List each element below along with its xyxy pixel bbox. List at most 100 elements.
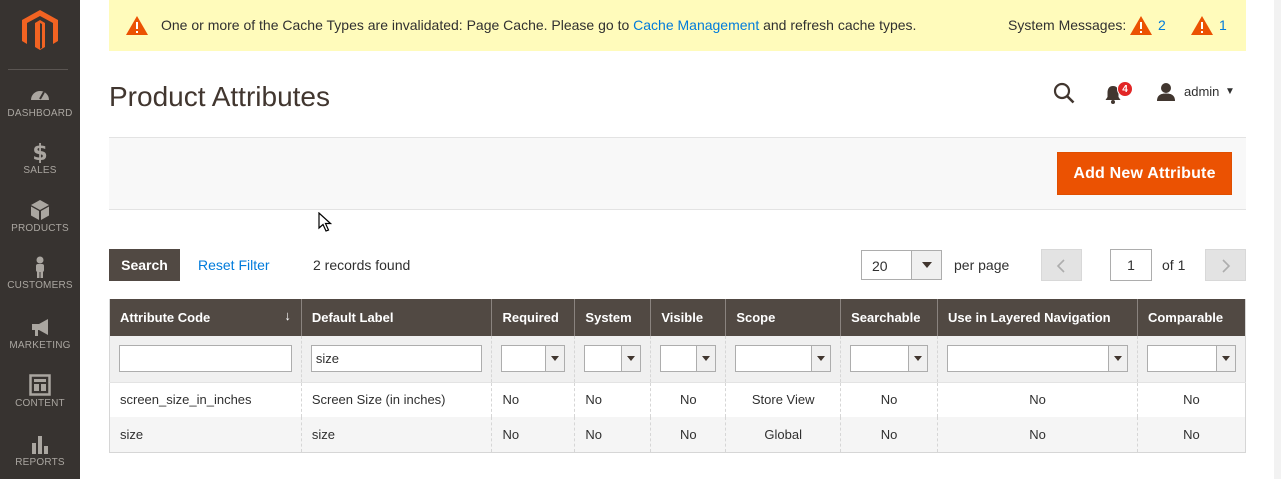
previous-page-button[interactable] bbox=[1041, 249, 1082, 281]
cell-visible: No bbox=[650, 382, 726, 417]
column-header-visible[interactable]: Visible bbox=[650, 299, 726, 336]
chevron-down-icon bbox=[1216, 346, 1235, 372]
scope-filter-select[interactable] bbox=[735, 345, 832, 373]
warning-icon bbox=[126, 16, 148, 35]
sidebar-item-content[interactable]: CONTENT bbox=[0, 374, 80, 409]
cell-scope: Global bbox=[725, 417, 841, 452]
table-row[interactable]: screen_size_in_inches Screen Size (in in… bbox=[109, 382, 1246, 417]
current-page-input[interactable] bbox=[1110, 249, 1152, 281]
cell-comparable: No bbox=[1136, 417, 1246, 452]
window-edge bbox=[1274, 0, 1281, 479]
sidebar-item-sales[interactable]: $ SALES bbox=[0, 141, 80, 176]
logo-separator bbox=[8, 69, 68, 70]
search-icon[interactable] bbox=[1053, 82, 1075, 104]
comparable-filter-select[interactable] bbox=[1146, 345, 1236, 373]
column-header-attribute-code[interactable]: Attribute Code ↓ bbox=[109, 299, 302, 336]
per-page-value: 20 bbox=[872, 258, 888, 274]
cache-warning-text: One or more of the Cache Types are inval… bbox=[161, 17, 916, 33]
cell-layered-navigation: No bbox=[937, 417, 1138, 452]
grid-filter-row bbox=[109, 336, 1246, 383]
column-header-layered-navigation[interactable]: Use in Layered Navigation bbox=[937, 299, 1138, 336]
chevron-right-icon bbox=[1222, 259, 1231, 273]
sidebar-item-dashboard[interactable]: DASHBOARD bbox=[0, 84, 80, 119]
major-messages-count[interactable]: 1 bbox=[1219, 17, 1227, 33]
sidebar-item-products[interactable]: PRODUCTS bbox=[0, 199, 80, 234]
records-found-count: 2 records found bbox=[313, 257, 411, 273]
chevron-down-icon bbox=[908, 346, 928, 372]
sidebar-item-customers[interactable]: CUSTOMERS bbox=[0, 256, 80, 291]
magento-logo-icon[interactable] bbox=[22, 10, 58, 50]
cell-visible: No bbox=[650, 417, 726, 452]
add-new-attribute-button[interactable]: Add New Attribute bbox=[1057, 152, 1232, 195]
chevron-left-icon bbox=[1056, 259, 1065, 273]
column-header-comparable[interactable]: Comparable bbox=[1136, 299, 1246, 336]
chevron-down-icon bbox=[1107, 346, 1127, 372]
cell-searchable: No bbox=[840, 417, 938, 452]
filter-cell bbox=[840, 336, 938, 383]
per-page-select[interactable]: 20 bbox=[861, 250, 942, 280]
cell-system: No bbox=[574, 382, 651, 417]
filter-cell bbox=[725, 336, 841, 383]
admin-sidebar: DASHBOARD $ SALES PRODUCTS CUSTOMERS MAR… bbox=[0, 0, 80, 479]
sidebar-item-label: SALES bbox=[23, 165, 57, 176]
megaphone-icon bbox=[32, 319, 48, 336]
page-total-label: of 1 bbox=[1162, 257, 1186, 273]
attribute-code-filter-input[interactable] bbox=[119, 345, 292, 373]
chevron-down-icon[interactable] bbox=[911, 251, 941, 279]
layered-navigation-filter-select[interactable] bbox=[947, 345, 1128, 373]
dollar-icon: $ bbox=[32, 141, 47, 163]
table-row[interactable]: size size No No No Global No No No bbox=[109, 417, 1246, 452]
critical-messages-count[interactable]: 2 bbox=[1158, 17, 1166, 33]
chevron-down-icon bbox=[545, 346, 565, 372]
cache-management-link[interactable]: Cache Management bbox=[633, 17, 759, 33]
sidebar-item-label: CUSTOMERS bbox=[7, 280, 73, 291]
searchable-filter-select[interactable] bbox=[850, 345, 929, 373]
column-header-scope[interactable]: Scope bbox=[725, 299, 841, 336]
notification-count-badge[interactable]: 4 bbox=[1117, 81, 1133, 97]
major-warning-icon[interactable] bbox=[1191, 16, 1213, 35]
attributes-grid: Attribute Code ↓ Default Label Required S… bbox=[109, 299, 1246, 453]
sidebar-item-label: CONTENT bbox=[15, 398, 65, 409]
sidebar-item-label: REPORTS bbox=[15, 457, 65, 468]
search-button[interactable]: Search bbox=[109, 249, 180, 281]
next-page-button[interactable] bbox=[1205, 249, 1246, 281]
column-header-required[interactable]: Required bbox=[491, 299, 575, 336]
system-filter-select[interactable] bbox=[584, 345, 642, 373]
column-header-default-label[interactable]: Default Label bbox=[300, 299, 492, 336]
cell-attribute-code: screen_size_in_inches bbox=[109, 382, 302, 417]
column-header-system[interactable]: System bbox=[574, 299, 651, 336]
sidebar-item-label: PRODUCTS bbox=[11, 223, 69, 234]
chevron-down-icon bbox=[811, 346, 831, 372]
sort-arrow-down-icon: ↓ bbox=[284, 308, 291, 323]
sidebar-item-label: DASHBOARD bbox=[7, 108, 73, 119]
visible-filter-select[interactable] bbox=[660, 345, 717, 373]
user-icon[interactable] bbox=[1156, 82, 1176, 102]
filter-cell bbox=[937, 336, 1138, 383]
person-icon bbox=[36, 256, 44, 278]
sidebar-item-reports[interactable]: REPORTS bbox=[0, 433, 80, 468]
critical-warning-icon[interactable] bbox=[1130, 16, 1152, 35]
required-filter-select[interactable] bbox=[501, 345, 566, 373]
cell-required: No bbox=[491, 382, 575, 417]
sidebar-item-label: MARKETING bbox=[9, 340, 71, 351]
chevron-down-icon bbox=[621, 346, 641, 372]
chevron-down-icon bbox=[696, 346, 716, 372]
default-label-filter-input[interactable] bbox=[310, 345, 483, 373]
cell-required: No bbox=[491, 417, 575, 452]
filter-cell bbox=[109, 336, 302, 383]
cell-attribute-code: size bbox=[109, 417, 302, 452]
dashboard-icon bbox=[31, 91, 49, 100]
filter-cell bbox=[574, 336, 651, 383]
reset-filter-link[interactable]: Reset Filter bbox=[198, 257, 270, 273]
column-header-searchable[interactable]: Searchable bbox=[840, 299, 938, 336]
cell-comparable: No bbox=[1136, 382, 1246, 417]
filter-cell bbox=[300, 336, 492, 383]
cell-default-label: Screen Size (in inches) bbox=[300, 382, 492, 417]
sidebar-item-marketing[interactable]: MARKETING bbox=[0, 316, 80, 351]
chevron-down-icon[interactable]: ▼ bbox=[1225, 86, 1235, 97]
mouse-cursor-icon bbox=[318, 212, 332, 232]
page-title: Product Attributes bbox=[109, 81, 331, 112]
bar-chart-icon bbox=[32, 436, 48, 454]
message-text-before: One or more of the Cache Types are inval… bbox=[161, 17, 634, 33]
admin-user-menu[interactable]: admin bbox=[1184, 84, 1219, 99]
